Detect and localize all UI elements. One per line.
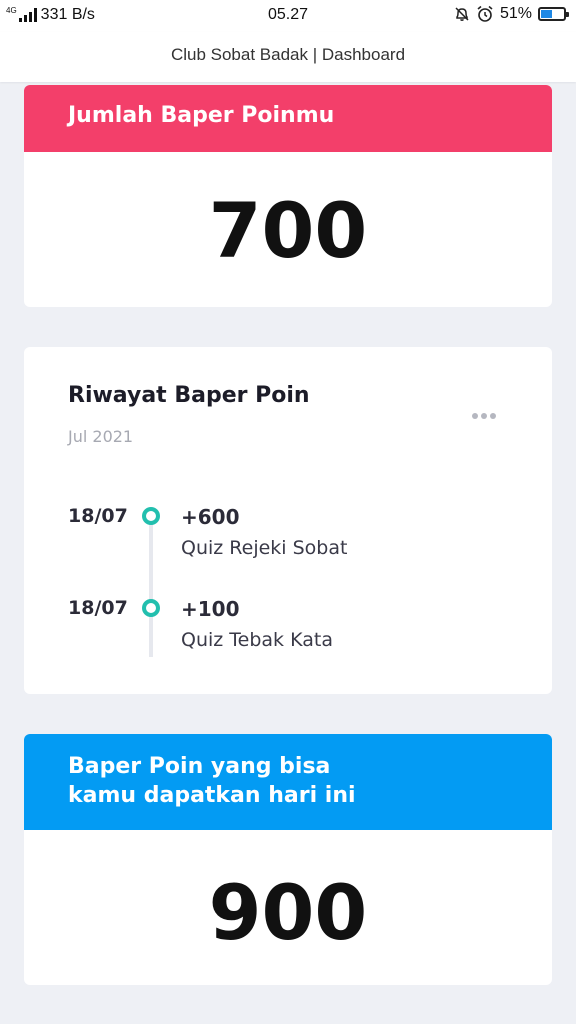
more-dots-icon[interactable] — [472, 413, 496, 419]
history-card: Riwayat Baper Poin Jul 2021 18/07 +600 Q… — [24, 347, 552, 694]
battery-icon — [538, 7, 569, 21]
timeline-dot-icon — [142, 599, 160, 617]
today-title-line1: Baper Poin yang bisa — [68, 754, 331, 779]
history-item-points: +600 — [181, 505, 240, 529]
history-item-desc: Quiz Tebak Kata — [181, 629, 333, 651]
mute-bell-icon — [455, 7, 469, 21]
battery-percent: 51% — [499, 5, 532, 22]
history-item: 18/07 +100 Quiz Tebak Kata — [24, 597, 552, 677]
today-card-title: Baper Poin yang bisa kamu dapatkan hari … — [24, 734, 552, 830]
history-title: Riwayat Baper Poin — [68, 383, 310, 408]
history-item: 18/07 +600 Quiz Rejeki Sobat — [24, 505, 552, 585]
points-value: 700 — [208, 186, 368, 275]
status-right: 51% — [454, 5, 569, 23]
page-title: Club Sobat Badak | Dashboard — [0, 32, 576, 82]
today-title-line2: kamu dapatkan hari ini — [68, 783, 356, 808]
status-bar: 4G 331 B/s 05.27 51% — [0, 0, 576, 32]
history-item-points: +100 — [181, 597, 240, 621]
timeline-dot-icon — [142, 507, 160, 525]
points-card-title: Jumlah Baper Poinmu — [24, 85, 552, 152]
history-item-date: 18/07 — [68, 597, 128, 619]
history-item-desc: Quiz Rejeki Sobat — [181, 537, 348, 559]
history-month: Jul 2021 — [68, 427, 134, 446]
alarm-icon — [477, 5, 493, 22]
today-points-value: 900 — [208, 868, 368, 957]
battery-fill — [541, 10, 553, 18]
today-points-card: Baper Poin yang bisa kamu dapatkan hari … — [24, 734, 552, 985]
points-card: Jumlah Baper Poinmu 700 — [24, 85, 552, 307]
history-item-date: 18/07 — [68, 505, 128, 527]
